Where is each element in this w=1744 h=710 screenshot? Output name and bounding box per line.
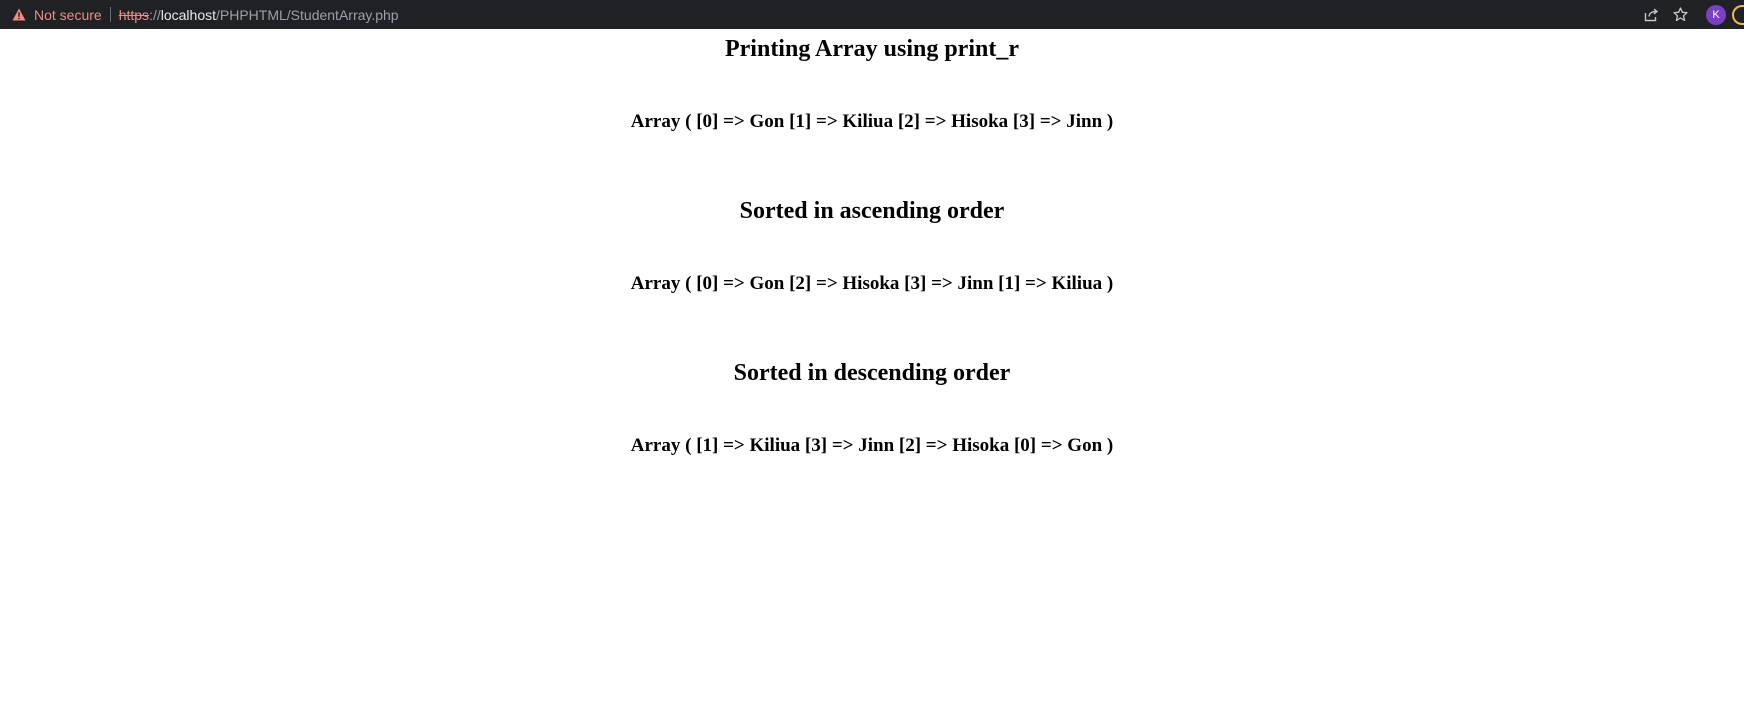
url-host: localhost — [160, 6, 216, 23]
url-divider — [109, 7, 111, 22]
array-output-ascending: Array ( [0] => Gon [2] => Hisoka [3] => … — [630, 273, 1114, 294]
browser-toolbar: Not secure https://localhost/PHPHTML/Stu… — [0, 0, 1744, 29]
share-icon[interactable] — [1642, 6, 1660, 24]
heading-descending: Sorted in descending order — [733, 360, 1011, 386]
security-label: Not secure — [34, 6, 102, 23]
array-output-original: Array ( [0] => Gon [1] => Kiliua [2] => … — [630, 111, 1114, 132]
url-separator: :// — [149, 6, 161, 23]
url-scheme: https — [118, 6, 150, 23]
security-indicator[interactable]: Not secure — [0, 0, 102, 29]
extension-icon[interactable] — [1732, 4, 1744, 25]
url-path: /PHPHTML/StudentArray.php — [216, 6, 399, 23]
heading-print-r: Printing Array using print_r — [724, 36, 1019, 62]
heading-ascending: Sorted in ascending order — [739, 198, 1005, 224]
toolbar-actions: K — [1642, 0, 1744, 29]
star-icon[interactable] — [1671, 6, 1689, 24]
avatar[interactable]: K — [1706, 4, 1726, 25]
page-content: Printing Array using print_r Array ( [0]… — [0, 29, 1744, 710]
array-output-descending: Array ( [1] => Kiliua [3] => Jinn [2] =>… — [630, 435, 1114, 456]
address-bar[interactable]: https://localhost/PHPHTML/StudentArray.p… — [119, 7, 399, 23]
warning-icon — [11, 7, 27, 23]
